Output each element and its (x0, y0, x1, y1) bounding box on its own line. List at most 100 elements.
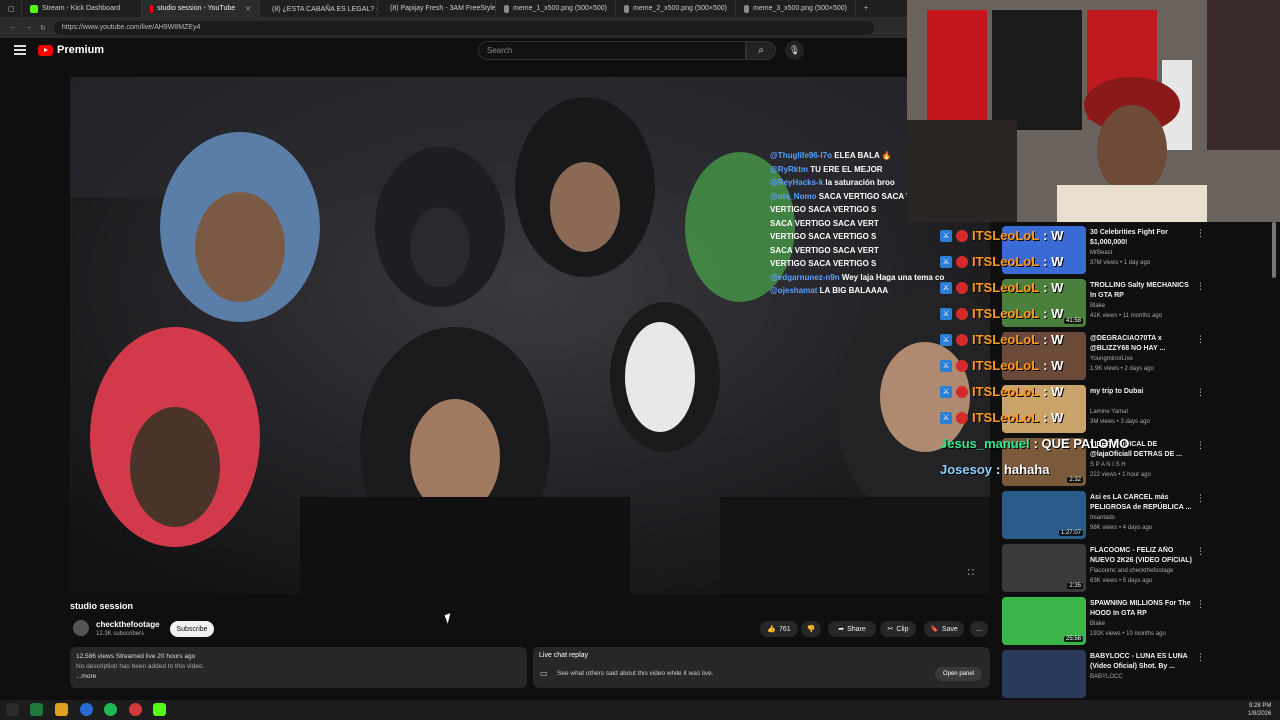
back-icon[interactable]: ← (10, 24, 17, 31)
search-input[interactable]: Search (478, 41, 746, 60)
recommendation-channel: BABYLOCC (1090, 674, 1123, 680)
new-tab-button[interactable]: + (856, 0, 878, 17)
tab-papijay[interactable]: (8) Papijay Fresh - 3AM FreeStyle (378, 0, 496, 17)
recommendation-meta: 98K views • 4 days ago (1090, 525, 1153, 531)
more-options-icon[interactable]: ⋮ (1196, 387, 1205, 398)
recommendation-title[interactable]: TROLLING Salty MECHANICS In GTA RP (1090, 281, 1194, 301)
fullscreen-icon[interactable]: ⛶ (968, 568, 974, 578)
save-button[interactable]: 🔖 Save (924, 621, 964, 637)
recommendation-item[interactable]: 25:56 SPAWNING MILLIONS For The HOOD In G… (1000, 595, 1272, 647)
chrome-icon[interactable] (129, 703, 142, 716)
channel-name[interactable]: checkthefootage (96, 620, 160, 629)
share-button[interactable]: ➦ Share (828, 621, 876, 637)
more-options-icon[interactable]: ⋮ (1196, 334, 1205, 345)
recommendation-channel: MrBeast (1090, 250, 1113, 256)
overlay-chat-user: @ReyHacks-k (770, 178, 824, 187)
stream-chat-line: ⚔ ITSLeoLoL: W (940, 228, 1063, 243)
more-options-icon[interactable]: ⋮ (1196, 493, 1205, 504)
recommendation-channel: Imantado (1090, 515, 1116, 521)
tab-kick-dashboard[interactable]: Stream - Kick Dashboard (22, 0, 142, 17)
logo-text: Premium (57, 44, 105, 56)
kick-app-icon[interactable] (153, 703, 166, 716)
like-count: 761 (779, 625, 791, 633)
stream-chat-message: : QUE PALOMO (1033, 436, 1130, 451)
edge-browser-icon[interactable] (80, 703, 93, 716)
recommendation-title[interactable]: FLACOOMC - FELIZ AÑO NUEVO 2K26 (VIDEO O… (1090, 546, 1194, 566)
sidebar-scrollbar[interactable] (1272, 222, 1276, 278)
recommendation-item[interactable]: BABYLOCC - LUNA ES LUNA (Video Oficial) … (1000, 648, 1272, 698)
more-actions-button[interactable]: ... (970, 621, 988, 637)
subscriber-badge-icon (956, 229, 968, 242)
recommendation-title[interactable]: @DEGRACIAO70TA x @BLIZZY68 NO HAY ... (1090, 334, 1194, 354)
thumbs-down-icon: 👎 (806, 626, 816, 633)
video-player[interactable]: @Thuglife96-l7o ELEA BALA 🔥 @RyRktm TU ER… (70, 77, 990, 594)
clip-button[interactable]: ✂ Clip (880, 621, 916, 637)
reload-icon[interactable]: ↻ (40, 24, 46, 32)
tab-meme-2[interactable]: meme_2_x500.png (500×500) (616, 0, 736, 17)
like-button[interactable]: 👍 761 (760, 621, 798, 637)
forward-icon[interactable]: → (25, 24, 32, 31)
recommendation-channel: S P A N I S H (1090, 462, 1126, 468)
more-link[interactable]: ...more (76, 672, 521, 682)
channel-avatar[interactable] (73, 620, 89, 636)
more-options-icon[interactable]: ⋮ (1196, 546, 1205, 557)
recommendation-thumbnail[interactable]: 25:56 (1002, 597, 1086, 645)
mouse-cursor (444, 613, 454, 624)
moderator-badge-icon: ⚔ (940, 307, 952, 320)
stream-chat-line: ⚔ ITSLeoLoL: W (940, 254, 1063, 269)
more-options-icon[interactable]: ⋮ (1196, 228, 1205, 239)
description-box[interactable]: 12,586 views Streamed live 20 hours ago … (70, 647, 527, 688)
more-options-icon[interactable]: ⋮ (1196, 652, 1205, 663)
tab-studio-session[interactable]: studio session - YouTube ✕ (142, 0, 260, 17)
file-explorer-icon[interactable] (55, 703, 68, 716)
youtube-premium-logo[interactable]: Premium (38, 44, 104, 56)
moderator-badge-icon: ⚔ (940, 281, 952, 294)
window-menu-icon[interactable]: ▢ (0, 0, 22, 17)
recommendation-item[interactable]: 2:35 FLACOOMC - FELIZ AÑO NUEVO 2K26 (VID… (1000, 542, 1272, 594)
open-panel-button[interactable]: Open panel (934, 667, 982, 681)
stream-chat-line: ⚔ ITSLeoLoL: W (940, 306, 1063, 321)
tab-cabana[interactable]: (8) ¿ESTA CABAÑA ES LEGAL? 😊 (260, 0, 378, 17)
close-tab-icon[interactable]: ✕ (245, 5, 251, 13)
taskbar-clock[interactable]: 9:28 PM 1/8/2026 (1248, 702, 1271, 718)
stream-chat-message: : W (1043, 332, 1064, 347)
url-field[interactable]: https://www.youtube.com/live/AH9W8MZEy4 (53, 20, 874, 35)
recommendation-title[interactable]: 30 Celebrities Fight For $1,000,000! (1090, 228, 1194, 248)
recommendation-title[interactable]: SPAWNING MILLIONS For The HOOD In GTA RP (1090, 599, 1194, 619)
recommendation-title[interactable]: Asi es LA CARCEL más PELIGROSA de REPÚBL… (1090, 493, 1194, 513)
dislike-button[interactable]: 👎 (801, 621, 821, 637)
kick-icon (30, 4, 38, 13)
voice-search-mic-icon[interactable]: 🎙 (785, 41, 804, 60)
tab-meme-3[interactable]: meme_3_x500.png (500×500) (736, 0, 856, 17)
start-icon[interactable] (6, 703, 19, 716)
recommendation-title[interactable]: my trip to Dubai (1090, 387, 1194, 397)
live-chat-replay-box: Live chat replay ▭ See what others said … (533, 647, 990, 688)
bookmark-icon: 🔖 (930, 626, 939, 633)
more-options-icon[interactable]: ⋮ (1196, 440, 1205, 451)
stream-chat-user: Jesus_manuel (940, 436, 1030, 451)
recommendation-title[interactable]: BABYLOCC - LUNA ES LUNA (Video Oficial) … (1090, 652, 1194, 672)
live-chat-subtitle: See what others said about this video wh… (557, 670, 714, 677)
subscribe-button[interactable]: Subscribe (170, 621, 214, 637)
recommendation-meta: 3M views • 3 days ago (1090, 419, 1150, 425)
moderator-badge-icon: ⚔ (940, 229, 952, 242)
app-icon[interactable] (30, 703, 43, 716)
search-button[interactable]: ⌕ (746, 41, 776, 60)
streamer-webcam (907, 0, 1280, 222)
overlay-chat-user: @ojeshamat (770, 286, 818, 295)
overlay-chat-message: TU ERE EL MEJOR (810, 164, 883, 174)
duration-badge: 41:58 (1063, 318, 1083, 324)
more-options-icon[interactable]: ⋮ (1196, 281, 1205, 292)
recommendation-thumbnail[interactable]: 1:27:07 (1002, 491, 1086, 539)
recommendation-thumbnail[interactable] (1002, 650, 1086, 698)
stream-chat-user: ITSLeoLoL (972, 332, 1040, 347)
overlay-chat-message: VERTIGO SACA VERTIGO S (770, 259, 877, 268)
recommendation-thumbnail[interactable]: 2:35 (1002, 544, 1086, 592)
hamburger-menu-icon[interactable] (14, 45, 26, 55)
stream-chat-message: : W (1043, 358, 1064, 373)
recommendation-item[interactable]: 1:27:07 Asi es LA CARCEL más PELIGROSA de… (1000, 489, 1272, 541)
tab-meme-1[interactable]: meme_1_x500.png (500×500) (496, 0, 616, 17)
more-options-icon[interactable]: ⋮ (1196, 599, 1205, 610)
stream-chat-user: ITSLeoLoL (972, 228, 1040, 243)
spotify-icon[interactable] (104, 703, 117, 716)
